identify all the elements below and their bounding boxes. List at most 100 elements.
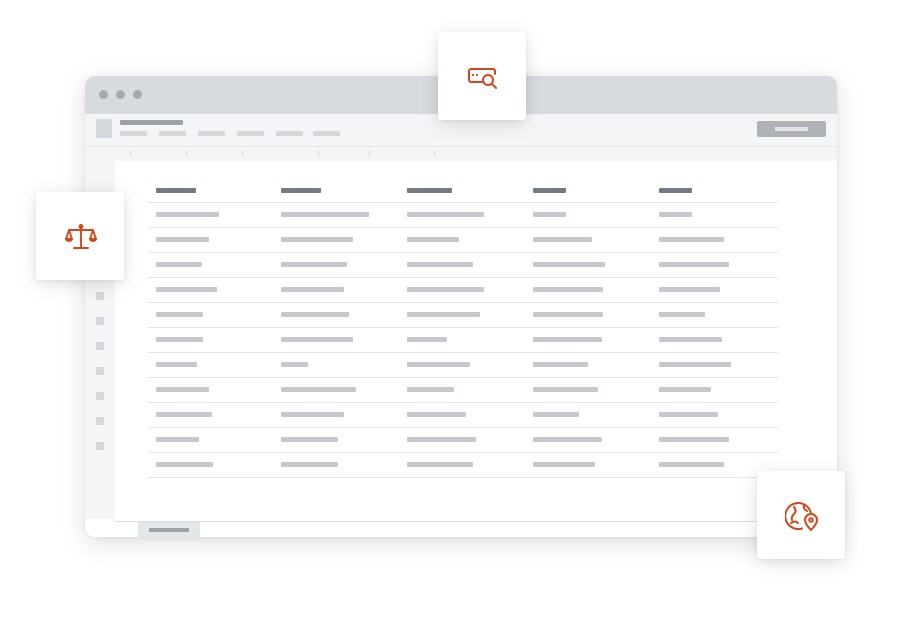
table-cell[interactable]	[156, 387, 209, 392]
sidebar-item[interactable]	[96, 342, 104, 350]
globe-location-card	[757, 471, 845, 559]
table-cell[interactable]	[659, 212, 692, 217]
table-cell[interactable]	[533, 462, 595, 467]
table-cell[interactable]	[281, 337, 353, 342]
table-cell[interactable]	[156, 412, 212, 417]
action-button-label-placeholder	[775, 127, 808, 131]
row-divider	[148, 252, 778, 253]
table-cell[interactable]	[659, 237, 724, 242]
sidebar-item[interactable]	[96, 292, 104, 300]
data-table	[115, 161, 837, 521]
row-divider	[148, 352, 778, 353]
row-divider	[148, 202, 778, 203]
table-cell[interactable]	[533, 362, 588, 367]
menu-item[interactable]	[276, 131, 303, 136]
sidebar-item[interactable]	[96, 317, 104, 325]
table-cell[interactable]	[281, 412, 344, 417]
table-cell[interactable]	[533, 387, 598, 392]
table-cell[interactable]	[281, 312, 349, 317]
scales-icon	[65, 224, 97, 249]
table-cell[interactable]	[156, 312, 203, 317]
table-cell[interactable]	[156, 362, 197, 367]
table-cell[interactable]	[407, 262, 473, 267]
menu-item[interactable]	[159, 131, 186, 136]
table-cell[interactable]	[407, 387, 454, 392]
table-cell[interactable]	[156, 262, 202, 267]
table-cell[interactable]	[659, 387, 711, 392]
primary-action-button[interactable]	[757, 121, 826, 137]
table-cell[interactable]	[533, 262, 605, 267]
menu-item[interactable]	[313, 131, 340, 136]
row-divider	[148, 452, 778, 453]
table-cell[interactable]	[407, 362, 470, 367]
table-cell[interactable]	[659, 337, 722, 342]
column-header[interactable]	[533, 188, 566, 193]
table-cell[interactable]	[156, 437, 199, 442]
row-divider	[148, 402, 778, 403]
table-cell[interactable]	[281, 437, 338, 442]
row-divider	[148, 302, 778, 303]
sidebar-item[interactable]	[96, 417, 104, 425]
table-cell[interactable]	[533, 337, 602, 342]
table-cell[interactable]	[659, 262, 729, 267]
table-cell[interactable]	[533, 312, 603, 317]
table-cell[interactable]	[659, 312, 705, 317]
table-cell[interactable]	[156, 237, 209, 242]
table-cell[interactable]	[407, 437, 476, 442]
row-divider	[148, 277, 778, 278]
table-cell[interactable]	[659, 362, 731, 367]
menu-item[interactable]	[198, 131, 225, 136]
row-divider	[148, 377, 778, 378]
sidebar-item[interactable]	[96, 392, 104, 400]
sheet-tab[interactable]	[138, 522, 200, 537]
table-cell[interactable]	[281, 462, 338, 467]
table-cell[interactable]	[281, 212, 369, 217]
sidebar-item[interactable]	[96, 367, 104, 375]
row-divider	[148, 227, 778, 228]
table-cell[interactable]	[533, 412, 579, 417]
table-cell[interactable]	[659, 462, 724, 467]
menu-item[interactable]	[120, 131, 147, 136]
column-header[interactable]	[407, 188, 452, 193]
horizontal-scrollbar[interactable]	[115, 521, 837, 522]
table-cell[interactable]	[533, 287, 603, 292]
message-search-card	[438, 32, 526, 120]
table-cell[interactable]	[407, 337, 447, 342]
table-cell[interactable]	[659, 412, 718, 417]
menu-item[interactable]	[237, 131, 264, 136]
maximize-window-dot[interactable]	[133, 90, 142, 99]
table-cell[interactable]	[407, 412, 466, 417]
column-header[interactable]	[281, 188, 321, 193]
table-cell[interactable]	[156, 212, 219, 217]
table-cell[interactable]	[407, 312, 480, 317]
message-search-icon	[468, 68, 497, 89]
column-header[interactable]	[659, 188, 692, 193]
table-cell[interactable]	[659, 437, 729, 442]
table-cell[interactable]	[407, 237, 459, 242]
column-header[interactable]	[156, 188, 196, 193]
table-cell[interactable]	[156, 462, 213, 467]
table-cell[interactable]	[407, 462, 473, 467]
table-cell[interactable]	[407, 287, 484, 292]
close-window-dot[interactable]	[99, 90, 108, 99]
minimize-window-dot[interactable]	[116, 90, 125, 99]
table-cell[interactable]	[156, 287, 217, 292]
row-divider	[148, 477, 778, 478]
table-cell[interactable]	[281, 387, 356, 392]
table-cell[interactable]	[533, 212, 566, 217]
table-cell[interactable]	[533, 237, 592, 242]
sidebar-item[interactable]	[96, 442, 104, 450]
table-cell[interactable]	[156, 337, 203, 342]
tab-strip	[85, 147, 837, 161]
table-cell[interactable]	[533, 437, 602, 442]
app-icon	[96, 119, 112, 138]
table-cell[interactable]	[659, 287, 720, 292]
table-cell[interactable]	[281, 362, 308, 367]
table-cell[interactable]	[281, 262, 347, 267]
sheet-tab-label-placeholder	[149, 528, 189, 532]
table-cell[interactable]	[281, 237, 353, 242]
table-cell[interactable]	[407, 212, 484, 217]
table-cell[interactable]	[281, 287, 344, 292]
globe-location-icon	[785, 502, 818, 531]
app-window	[85, 76, 837, 537]
